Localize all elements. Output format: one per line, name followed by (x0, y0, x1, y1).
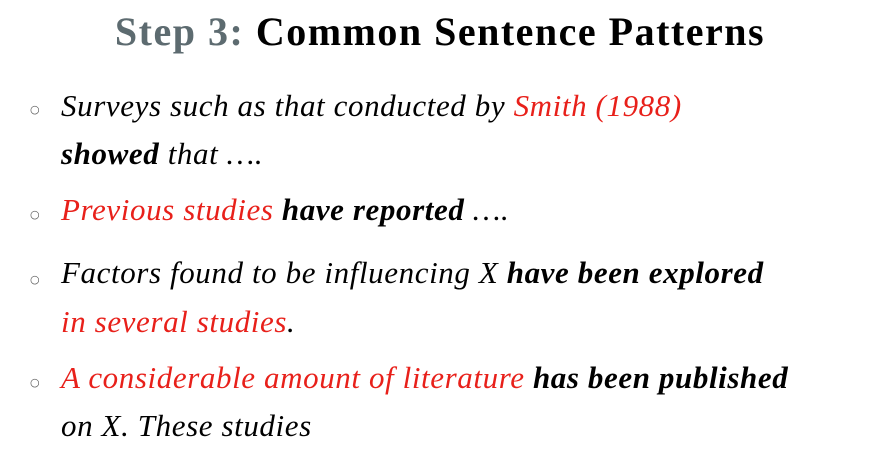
bullet-2-verb: have reported (281, 192, 465, 227)
bullet-1-ending: that …. (159, 136, 264, 171)
hollow-circle-icon: ○ (30, 208, 40, 221)
bullet-4-space (525, 360, 533, 395)
bullet-3-line-1: Factors found to be influencing X have b… (61, 255, 764, 291)
bullet-4-ending: on X. These studies (61, 408, 312, 443)
bullet-2-ending: …. (464, 192, 510, 227)
bullet-1-verb: showed (61, 136, 160, 171)
bullet-1-citation: Smith (1988) (513, 88, 682, 123)
bullet-3-text: Factors found to be influencing X (61, 255, 507, 290)
bullet-4-verb: has been published (532, 360, 789, 395)
bullet-3-ending: . (287, 304, 296, 339)
bullet-2-space (274, 192, 282, 227)
bullet-2-line-1: Previous studies have reported …. (61, 192, 509, 228)
slide-title: Step 3: Common Sentence Patterns (0, 8, 880, 55)
bullet-1-text: Surveys such as that conducted by (61, 88, 514, 123)
bullet-1-line-2: showed that …. (61, 136, 263, 172)
bullet-3-line-2: in several studies. (61, 304, 295, 340)
hollow-circle-icon: ○ (30, 103, 40, 116)
title-text: Common Sentence Patterns (255, 9, 766, 54)
bullet-1-line-1: Surveys such as that conducted by Smith … (61, 88, 682, 124)
bullet-3-verb: have been explored (506, 255, 764, 290)
bullet-3-phrase: in several studies (61, 304, 288, 339)
bullet-2-subject: Previous studies (61, 192, 274, 227)
bullet-4-line-2: on X. These studies (61, 408, 312, 444)
step-label: Step 3: (114, 9, 245, 54)
bullet-4-line-1: A considerable amount of literature has … (61, 360, 788, 396)
hollow-circle-icon: ○ (30, 273, 40, 286)
bullet-4-subject: A considerable amount of literature (61, 360, 525, 395)
hollow-circle-icon: ○ (30, 376, 40, 389)
